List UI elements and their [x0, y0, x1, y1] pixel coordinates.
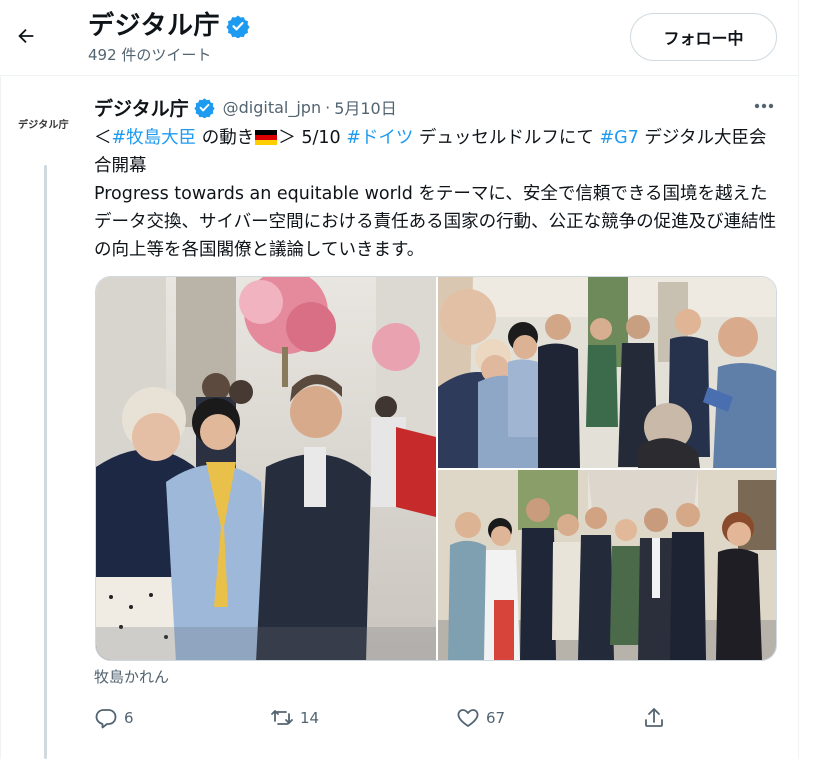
reply-count: 6	[124, 709, 134, 727]
back-button[interactable]	[8, 18, 44, 54]
like-button[interactable]: 67	[456, 700, 505, 736]
tweet-body: Progress towards an equitable world をテーマ…	[94, 184, 777, 260]
tweet-author-row: デジタル庁 @digital_jpn · 5月10日	[94, 94, 397, 120]
verified-badge-icon	[193, 97, 215, 118]
reply-icon	[95, 709, 117, 729]
photo-group-conversation[interactable]	[438, 277, 776, 468]
hashtag-g7[interactable]: #G7	[599, 128, 638, 148]
page-title: デジタル庁	[88, 11, 220, 41]
back-arrow-icon	[18, 28, 34, 44]
author-name[interactable]: デジタル庁	[94, 94, 189, 121]
separator-dot: ·	[325, 97, 331, 117]
following-button[interactable]: フォロー中	[630, 13, 777, 61]
tweet-date[interactable]: 5月10日	[334, 95, 397, 119]
frame-right-border	[798, 0, 799, 759]
share-icon	[645, 708, 663, 727]
tweet-count: 492 件のツイート	[88, 46, 212, 64]
hashtag-germany[interactable]: #ドイツ	[346, 128, 413, 148]
photo-group-portrait[interactable]	[438, 470, 776, 660]
text-after-minister: の動き	[196, 128, 255, 148]
retweet-count: 14	[300, 709, 320, 727]
avatar[interactable]: デジタル庁	[18, 116, 69, 131]
germany-flag-icon	[255, 130, 278, 145]
text-after-germany: デュッセルドルフにて	[413, 128, 600, 148]
photo-ministers-conversation[interactable]	[96, 277, 436, 660]
tweet-actions: 6 14 67	[0, 700, 798, 736]
like-count: 67	[486, 709, 506, 727]
profile-header: デジタル庁 492 件のツイート フォロー中	[0, 0, 798, 76]
tagged-user[interactable]: 牧島かれん	[94, 666, 169, 688]
tweet-text: ＜#牧島大臣 の動き＞ 5/10 #ドイツ デュッセルドルフにて #G7 デジタ…	[94, 124, 784, 264]
bracket-open: ＜	[94, 128, 112, 148]
frame-left-border	[0, 0, 1, 759]
retweet-button[interactable]: 14	[270, 700, 319, 736]
more-icon	[754, 103, 774, 109]
more-options-button[interactable]	[748, 94, 780, 118]
share-button[interactable]	[642, 700, 666, 736]
verified-badge-icon	[226, 15, 250, 38]
reply-button[interactable]: 6	[94, 700, 134, 736]
thread-line	[44, 165, 47, 759]
hashtag-minister[interactable]: #牧島大臣	[112, 128, 197, 148]
author-handle[interactable]: @digital_jpn	[223, 98, 321, 117]
header-title-block: デジタル庁 492 件のツイート	[88, 8, 250, 65]
retweet-icon	[271, 710, 293, 725]
text-after-flag: ＞ 5/10	[278, 128, 347, 148]
like-icon	[457, 709, 479, 727]
media-grid	[95, 276, 777, 661]
